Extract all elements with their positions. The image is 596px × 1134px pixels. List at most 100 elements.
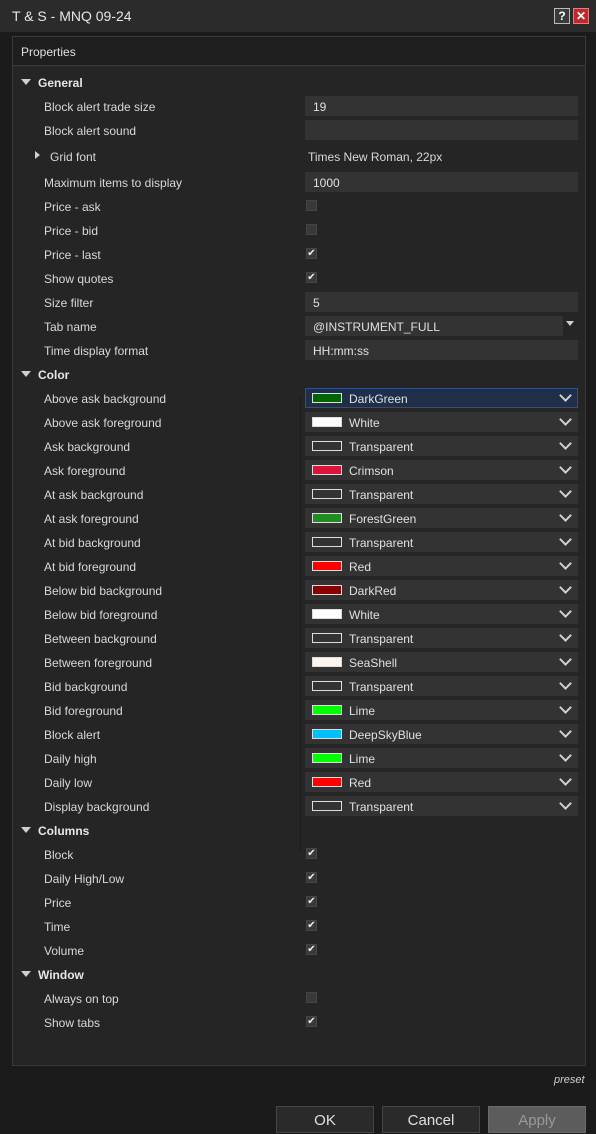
category-columns[interactable]: Columns [13, 818, 585, 842]
color-row: Ask background Transparent [13, 434, 585, 458]
apply-button[interactable]: Apply [488, 1106, 586, 1133]
color-swatch [312, 753, 342, 763]
color-value: White [349, 608, 380, 622]
color-row: At bid foreground Red [13, 554, 585, 578]
prop-block-alert-trade-size: Block alert trade size 19 [13, 94, 585, 118]
color-select[interactable]: Lime [305, 700, 578, 720]
size-filter-input[interactable]: 5 [305, 292, 578, 312]
color-value: Transparent [349, 800, 414, 814]
cancel-button[interactable]: Cancel [382, 1106, 480, 1133]
color-swatch [312, 705, 342, 715]
price-bid-checkbox[interactable] [306, 224, 317, 235]
color-select[interactable]: Transparent [305, 676, 578, 696]
chevron-down-icon[interactable] [559, 725, 572, 738]
chevron-down-icon[interactable] [559, 701, 572, 714]
collapse-arrow-icon[interactable] [21, 827, 31, 833]
color-select[interactable]: SeaShell [305, 652, 578, 672]
color-select[interactable]: Transparent [305, 436, 578, 456]
color-select[interactable]: Transparent [305, 628, 578, 648]
chevron-down-icon[interactable] [559, 677, 572, 690]
chevron-down-icon[interactable] [559, 773, 572, 786]
block-alert-sound-input[interactable] [305, 120, 578, 140]
preset-link[interactable]: preset [554, 1074, 585, 1086]
prop-block-alert-sound: Block alert sound [13, 118, 585, 142]
prop-tab-name: Tab name @INSTRUMENT_FULL [13, 314, 585, 338]
color-select[interactable]: White [305, 412, 578, 432]
category-general[interactable]: General [13, 70, 585, 94]
chevron-down-icon[interactable] [559, 461, 572, 474]
color-select[interactable]: Transparent [305, 484, 578, 504]
prop-label: Above ask background [44, 392, 167, 406]
chevron-down-icon[interactable] [559, 749, 572, 762]
color-select[interactable]: Crimson [305, 460, 578, 480]
category-window[interactable]: Window [13, 962, 585, 986]
chevron-down-icon[interactable] [559, 629, 572, 642]
prop-label: Price - last [44, 248, 101, 262]
prop-maximum-items: Maximum items to display 1000 [13, 170, 585, 194]
chevron-down-icon[interactable] [559, 485, 572, 498]
chevron-down-icon[interactable] [559, 605, 572, 618]
price-last-checkbox[interactable]: ✔ [306, 248, 317, 259]
chevron-down-icon[interactable] [559, 557, 572, 570]
color-select[interactable]: DarkGreen [305, 388, 578, 408]
color-row: Between foreground SeaShell [13, 650, 585, 674]
chevron-down-icon[interactable] [559, 437, 572, 450]
chevron-down-icon[interactable] [559, 581, 572, 594]
expand-arrow-icon[interactable] [35, 151, 40, 159]
chevron-down-icon[interactable] [559, 797, 572, 810]
prop-size-filter: Size filter 5 [13, 290, 585, 314]
checkbox[interactable]: ✔ [306, 920, 317, 931]
grid-font-value[interactable]: Times New Roman, 22px [308, 150, 442, 164]
chevron-down-icon[interactable] [559, 533, 572, 546]
price-ask-checkbox[interactable] [306, 200, 317, 211]
color-select[interactable]: ForestGreen [305, 508, 578, 528]
color-select[interactable]: Red [305, 772, 578, 792]
chevron-down-icon[interactable] [559, 413, 572, 426]
show-quotes-checkbox[interactable]: ✔ [306, 272, 317, 283]
chevron-down-icon[interactable] [559, 653, 572, 666]
color-select[interactable]: Transparent [305, 796, 578, 816]
color-value: Transparent [349, 440, 414, 454]
prop-label: Daily High/Low [44, 872, 125, 886]
checkbox[interactable] [306, 992, 317, 1003]
color-select[interactable]: Transparent [305, 532, 578, 552]
color-swatch [312, 537, 342, 547]
color-select[interactable]: DeepSkyBlue [305, 724, 578, 744]
collapse-arrow-icon[interactable] [21, 971, 31, 977]
tab-name-input[interactable]: @INSTRUMENT_FULL [305, 316, 563, 336]
color-select[interactable]: White [305, 604, 578, 624]
color-swatch [312, 801, 342, 811]
category-color[interactable]: Color [13, 362, 585, 386]
checkbox[interactable]: ✔ [306, 944, 317, 955]
checkbox[interactable]: ✔ [306, 848, 317, 859]
color-swatch [312, 657, 342, 667]
color-row: At bid background Transparent [13, 530, 585, 554]
color-select[interactable]: DarkRed [305, 580, 578, 600]
color-swatch [312, 417, 342, 427]
color-value: White [349, 416, 380, 430]
checkbox[interactable]: ✔ [306, 872, 317, 883]
prop-label: Daily high [44, 752, 97, 766]
color-row: Block alert DeepSkyBlue [13, 722, 585, 746]
checkbox[interactable]: ✔ [306, 1016, 317, 1027]
checkbox[interactable]: ✔ [306, 896, 317, 907]
collapse-arrow-icon[interactable] [21, 79, 31, 85]
prop-label: Block alert trade size [44, 100, 156, 114]
chevron-down-icon[interactable] [559, 389, 572, 402]
color-swatch [312, 561, 342, 571]
prop-label: At ask background [44, 488, 144, 502]
chevron-down-icon[interactable] [566, 321, 574, 326]
help-icon[interactable]: ? [554, 8, 570, 24]
color-row: Above ask background DarkGreen [13, 386, 585, 410]
block-alert-trade-size-input[interactable]: 19 [305, 96, 578, 116]
ok-button[interactable]: OK [276, 1106, 374, 1133]
checkbox-row: Always on top [13, 986, 585, 1010]
maximum-items-input[interactable]: 1000 [305, 172, 578, 192]
color-select[interactable]: Red [305, 556, 578, 576]
color-row: Display background Transparent [13, 794, 585, 818]
time-display-format-input[interactable]: HH:mm:ss [305, 340, 578, 360]
collapse-arrow-icon[interactable] [21, 371, 31, 377]
close-icon[interactable]: ✕ [573, 8, 589, 24]
chevron-down-icon[interactable] [559, 509, 572, 522]
color-select[interactable]: Lime [305, 748, 578, 768]
